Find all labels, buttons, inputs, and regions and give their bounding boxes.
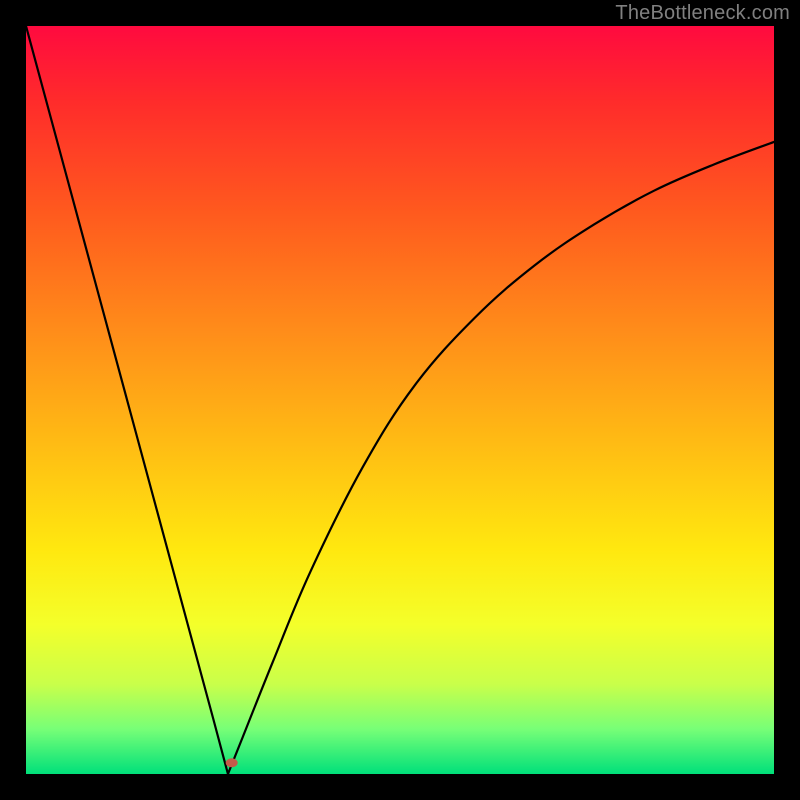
- plot-area: [26, 26, 774, 774]
- gradient-background: [26, 26, 774, 774]
- credit-label: TheBottleneck.com: [615, 2, 790, 25]
- marker-dot: [226, 758, 238, 767]
- chart-svg: [26, 26, 774, 774]
- chart-frame: TheBottleneck.com: [0, 0, 800, 800]
